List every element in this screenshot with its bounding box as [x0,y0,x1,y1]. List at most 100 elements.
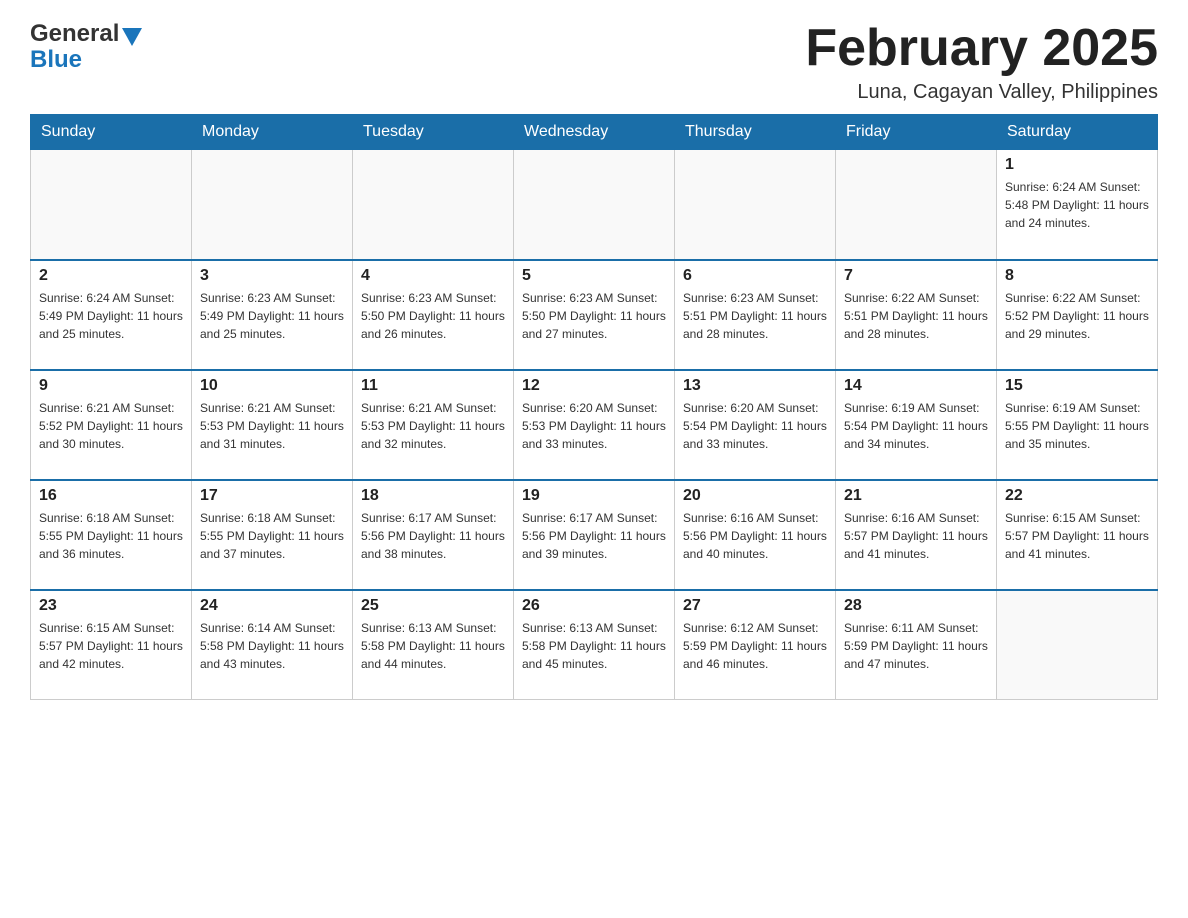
calendar-day-cell: 5 Sunrise: 6:23 AM Sunset: 5:50 PM Daylig… [514,260,675,370]
day-number: 2 [39,267,183,285]
calendar-day-cell: 1Sunrise: 6:24 AM Sunset: 5:48 PM Daylig… [997,150,1158,260]
calendar-day-cell: 3 Sunrise: 6:23 AM Sunset: 5:49 PM Daylig… [192,260,353,370]
day-number: 7 [844,267,988,285]
day-info: Sunrise: 6:21 AM Sunset: 5:52 PM Dayligh… [39,399,183,453]
day-number: 4 [361,267,505,285]
day-info: Sunrise: 6:17 AM Sunset: 5:56 PM Dayligh… [361,509,505,563]
calendar-day-cell: 24 Sunrise: 6:14 AM Sunset: 5:58 PM Dayli… [192,590,353,700]
calendar-day-cell [997,590,1158,700]
logo-blue-text: Blue [30,46,142,74]
day-number: 12 [522,377,666,395]
day-info: Sunrise: 6:21 AM Sunset: 5:53 PM Dayligh… [200,399,344,453]
calendar-day-cell: 26Sunrise: 6:13 AM Sunset: 5:58 PM Dayli… [514,590,675,700]
day-info: Sunrise: 6:18 AM Sunset: 5:55 PM Dayligh… [39,509,183,563]
day-info: Sunrise: 6:21 AM Sunset: 5:53 PM Dayligh… [361,399,505,453]
calendar-day-cell [353,150,514,260]
calendar-day-cell [836,150,997,260]
column-header-tuesday: Tuesday [353,115,514,150]
calendar-day-cell [675,150,836,260]
calendar-week-row: 2 Sunrise: 6:24 AM Sunset: 5:49 PM Daylig… [31,260,1158,370]
day-number: 10 [200,377,344,395]
day-number: 25 [361,597,505,615]
calendar-day-cell: 13Sunrise: 6:20 AM Sunset: 5:54 PM Dayli… [675,370,836,480]
day-number: 27 [683,597,827,615]
day-number: 21 [844,487,988,505]
day-info: Sunrise: 6:22 AM Sunset: 5:51 PM Dayligh… [844,289,988,343]
day-number: 22 [1005,487,1149,505]
day-number: 15 [1005,377,1149,395]
day-info: Sunrise: 6:17 AM Sunset: 5:56 PM Dayligh… [522,509,666,563]
day-number: 18 [361,487,505,505]
calendar-day-cell [31,150,192,260]
logo-triangle-icon [122,28,142,46]
day-number: 9 [39,377,183,395]
calendar-day-cell: 21Sunrise: 6:16 AM Sunset: 5:57 PM Dayli… [836,480,997,590]
calendar-day-cell: 17Sunrise: 6:18 AM Sunset: 5:55 PM Dayli… [192,480,353,590]
calendar-day-cell: 25 Sunrise: 6:13 AM Sunset: 5:58 PM Dayli… [353,590,514,700]
column-header-friday: Friday [836,115,997,150]
day-info: Sunrise: 6:23 AM Sunset: 5:50 PM Dayligh… [361,289,505,343]
day-number: 8 [1005,267,1149,285]
day-number: 24 [200,597,344,615]
page-header: General Blue February 2025 Luna, Cagayan… [30,20,1158,104]
day-number: 14 [844,377,988,395]
column-header-sunday: Sunday [31,115,192,150]
day-info: Sunrise: 6:23 AM Sunset: 5:51 PM Dayligh… [683,289,827,343]
column-header-thursday: Thursday [675,115,836,150]
day-info: Sunrise: 6:19 AM Sunset: 5:55 PM Dayligh… [1005,399,1149,453]
calendar-subtitle: Luna, Cagayan Valley, Philippines [805,81,1158,104]
day-info: Sunrise: 6:11 AM Sunset: 5:59 PM Dayligh… [844,619,988,673]
day-info: Sunrise: 6:20 AM Sunset: 5:53 PM Dayligh… [522,399,666,453]
day-number: 1 [1005,156,1149,174]
calendar-day-cell: 7 Sunrise: 6:22 AM Sunset: 5:51 PM Daylig… [836,260,997,370]
calendar-day-cell: 23Sunrise: 6:15 AM Sunset: 5:57 PM Dayli… [31,590,192,700]
day-number: 20 [683,487,827,505]
day-number: 16 [39,487,183,505]
day-info: Sunrise: 6:13 AM Sunset: 5:58 PM Dayligh… [361,619,505,673]
calendar-day-cell: 14 Sunrise: 6:19 AM Sunset: 5:54 PM Dayli… [836,370,997,480]
day-info: Sunrise: 6:24 AM Sunset: 5:49 PM Dayligh… [39,289,183,343]
calendar-day-cell: 12 Sunrise: 6:20 AM Sunset: 5:53 PM Dayli… [514,370,675,480]
day-info: Sunrise: 6:23 AM Sunset: 5:49 PM Dayligh… [200,289,344,343]
calendar-week-row: 16 Sunrise: 6:18 AM Sunset: 5:55 PM Dayli… [31,480,1158,590]
day-info: Sunrise: 6:19 AM Sunset: 5:54 PM Dayligh… [844,399,988,453]
calendar-day-cell: 6 Sunrise: 6:23 AM Sunset: 5:51 PM Daylig… [675,260,836,370]
calendar-day-cell: 20Sunrise: 6:16 AM Sunset: 5:56 PM Dayli… [675,480,836,590]
day-info: Sunrise: 6:14 AM Sunset: 5:58 PM Dayligh… [200,619,344,673]
calendar-week-row: 23Sunrise: 6:15 AM Sunset: 5:57 PM Dayli… [31,590,1158,700]
title-section: February 2025 Luna, Cagayan Valley, Phil… [805,20,1158,104]
day-number: 19 [522,487,666,505]
column-header-wednesday: Wednesday [514,115,675,150]
column-header-monday: Monday [192,115,353,150]
calendar-day-cell: 16 Sunrise: 6:18 AM Sunset: 5:55 PM Dayli… [31,480,192,590]
calendar-week-row: 1Sunrise: 6:24 AM Sunset: 5:48 PM Daylig… [31,150,1158,260]
day-number: 11 [361,377,505,395]
calendar-table: SundayMondayTuesdayWednesdayThursdayFrid… [30,114,1158,700]
calendar-day-cell [514,150,675,260]
calendar-day-cell: 27 Sunrise: 6:12 AM Sunset: 5:59 PM Dayli… [675,590,836,700]
day-info: Sunrise: 6:23 AM Sunset: 5:50 PM Dayligh… [522,289,666,343]
calendar-header-row: SundayMondayTuesdayWednesdayThursdayFrid… [31,115,1158,150]
calendar-title: February 2025 [805,20,1158,77]
calendar-day-cell: 18 Sunrise: 6:17 AM Sunset: 5:56 PM Dayli… [353,480,514,590]
day-info: Sunrise: 6:13 AM Sunset: 5:58 PM Dayligh… [522,619,666,673]
day-number: 5 [522,267,666,285]
calendar-day-cell: 10 Sunrise: 6:21 AM Sunset: 5:53 PM Dayli… [192,370,353,480]
day-number: 3 [200,267,344,285]
logo-general-text: General [30,20,119,48]
calendar-day-cell: 22 Sunrise: 6:15 AM Sunset: 5:57 PM Dayli… [997,480,1158,590]
calendar-day-cell: 8 Sunrise: 6:22 AM Sunset: 5:52 PM Daylig… [997,260,1158,370]
day-info: Sunrise: 6:15 AM Sunset: 5:57 PM Dayligh… [1005,509,1149,563]
day-number: 6 [683,267,827,285]
day-info: Sunrise: 6:22 AM Sunset: 5:52 PM Dayligh… [1005,289,1149,343]
day-info: Sunrise: 6:18 AM Sunset: 5:55 PM Dayligh… [200,509,344,563]
calendar-day-cell: 28Sunrise: 6:11 AM Sunset: 5:59 PM Dayli… [836,590,997,700]
calendar-day-cell: 4 Sunrise: 6:23 AM Sunset: 5:50 PM Daylig… [353,260,514,370]
logo: General Blue [30,20,142,74]
calendar-day-cell: 19 Sunrise: 6:17 AM Sunset: 5:56 PM Dayli… [514,480,675,590]
calendar-day-cell [192,150,353,260]
day-number: 13 [683,377,827,395]
day-info: Sunrise: 6:12 AM Sunset: 5:59 PM Dayligh… [683,619,827,673]
calendar-day-cell: 15 Sunrise: 6:19 AM Sunset: 5:55 PM Dayli… [997,370,1158,480]
calendar-day-cell: 2 Sunrise: 6:24 AM Sunset: 5:49 PM Daylig… [31,260,192,370]
